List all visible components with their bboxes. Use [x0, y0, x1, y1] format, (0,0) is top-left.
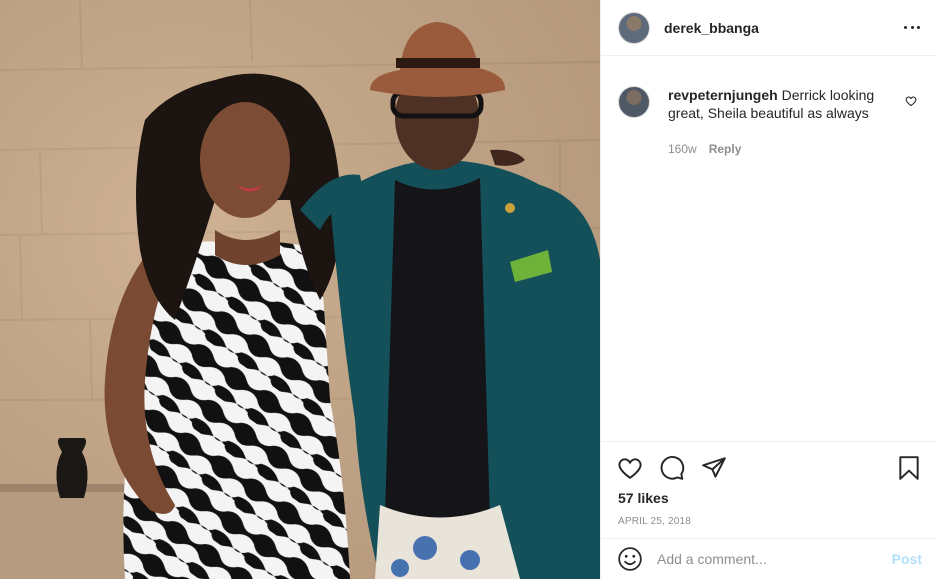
heart-icon[interactable] — [905, 95, 917, 107]
comment-icon[interactable] — [659, 455, 685, 481]
post-side-panel: derek_bbanga revpeternjungeh Derrick loo… — [600, 0, 937, 579]
emoji-icon[interactable] — [617, 546, 643, 572]
post-header: derek_bbanga — [601, 0, 937, 56]
comment-item: revpeternjungeh Derrick looking great, S… — [618, 86, 923, 158]
action-bar — [617, 455, 727, 481]
more-options-icon[interactable] — [904, 19, 920, 35]
comment-meta: 160w Reply — [668, 140, 888, 158]
commenter-username[interactable]: revpeternjungeh — [668, 87, 778, 103]
comment-age[interactable]: 160w — [668, 140, 697, 158]
reply-button[interactable]: Reply — [709, 140, 742, 158]
share-icon[interactable] — [701, 455, 727, 481]
comment-text-line: revpeternjungeh Derrick looking great, S… — [668, 86, 888, 122]
post-photo[interactable] — [0, 0, 600, 579]
post-actions-section: 57 likes APRIL 25, 2018 — [601, 441, 937, 538]
post-comment-button[interactable]: Post — [892, 551, 922, 567]
like-count[interactable]: 57 likes — [618, 490, 669, 506]
heart-icon[interactable] — [617, 455, 643, 481]
bookmark-icon[interactable] — [896, 455, 922, 481]
commenter-avatar[interactable] — [618, 86, 650, 118]
post-photo-illustration — [0, 0, 600, 579]
comment-composer: Post — [601, 538, 937, 579]
comment-body: revpeternjungeh Derrick looking great, S… — [668, 86, 888, 158]
post-date[interactable]: APRIL 25, 2018 — [618, 516, 691, 527]
comment-input[interactable] — [657, 551, 892, 567]
author-avatar[interactable] — [618, 11, 650, 44]
author-username[interactable]: derek_bbanga — [664, 20, 759, 36]
